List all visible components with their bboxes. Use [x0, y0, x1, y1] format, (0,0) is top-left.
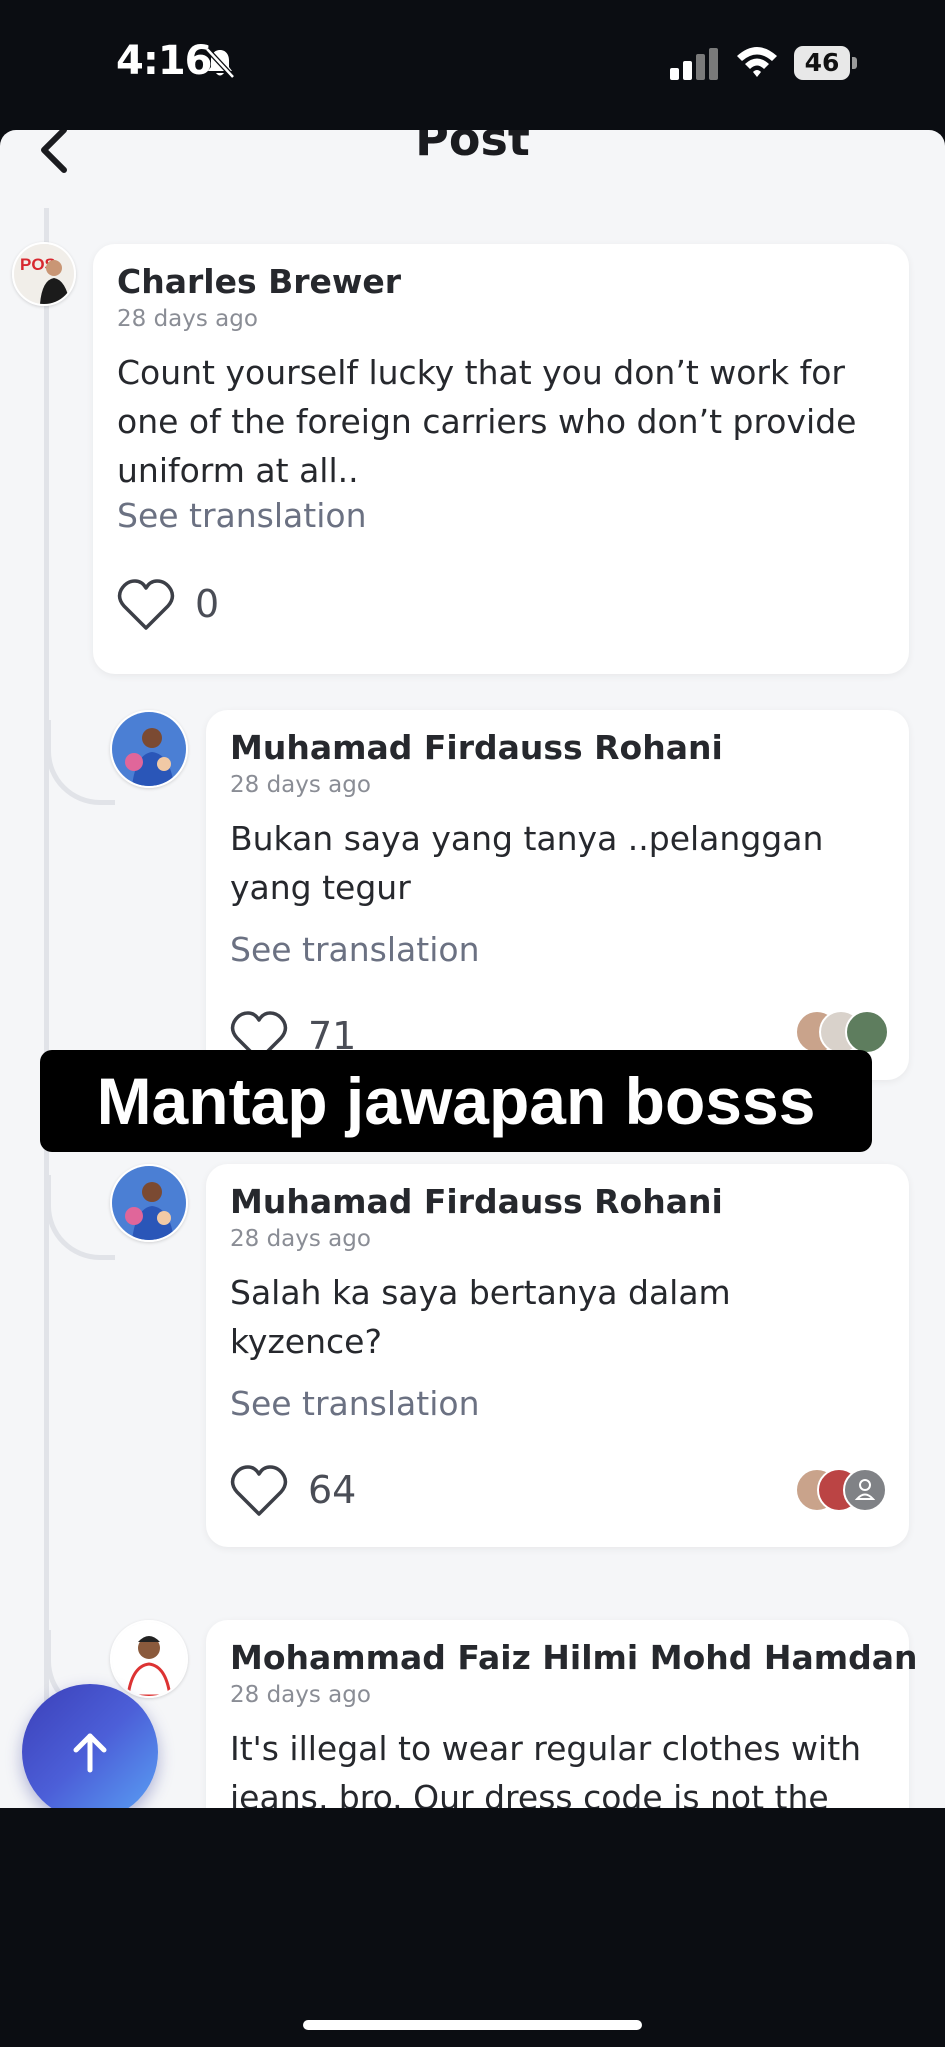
comment-time: 28 days ago — [230, 1682, 371, 1708]
scroll-to-top-button[interactable] — [22, 1684, 158, 1808]
see-translation-link[interactable]: See translation — [117, 496, 366, 535]
home-indicator[interactable] — [303, 2020, 642, 2030]
comment-text: Count yourself lucky that you don’t work… — [117, 353, 857, 490]
avatar[interactable]: POS — [12, 242, 76, 306]
like-count: 64 — [308, 1468, 357, 1512]
comment-author[interactable]: Muhamad Firdauss Rohani — [230, 1182, 723, 1221]
like-count: 0 — [195, 582, 220, 626]
app-screen: Post POS Charles Brewer 28 days ago Coun… — [0, 130, 945, 1808]
battery-level: 46 — [804, 48, 840, 77]
avatar[interactable] — [110, 1164, 188, 1242]
battery-icon: 46 — [794, 46, 858, 80]
heart-icon — [117, 579, 175, 630]
comment-card: Muhamad Firdauss Rohani 28 days ago Sala… — [206, 1164, 909, 1547]
avatar[interactable] — [110, 710, 188, 788]
thread-branch — [46, 1175, 115, 1260]
status-time: 4:16 — [116, 38, 212, 84]
caption-overlay: Mantap jawapan bosss — [40, 1050, 872, 1152]
comment-author[interactable]: Charles Brewer — [117, 262, 401, 301]
heart-icon — [230, 1465, 288, 1516]
comment-author[interactable]: Mohammad Faiz Hilmi Mohd Hamdan — [230, 1638, 918, 1677]
comment-text: Bukan saya yang tanya ..pelanggan yang t… — [230, 819, 824, 907]
comment-card: Muhamad Firdauss Rohani 28 days ago Buka… — [206, 710, 909, 1080]
comment-card: Mohammad Faiz Hilmi Mohd Hamdan 28 days … — [206, 1620, 918, 1808]
comment-text: It's illegal to wear regular clothes wit… — [230, 1729, 862, 1808]
comment-time: 28 days ago — [230, 1226, 371, 1252]
reactor-avatars[interactable] — [795, 1468, 895, 1512]
bell-muted-icon — [205, 47, 235, 79]
comment-card: Charles Brewer 28 days ago Count yoursel… — [93, 244, 909, 674]
cellular-signal-icon — [670, 48, 718, 80]
comment-text: Salah ka saya bertanya dalam kyzence? — [230, 1273, 731, 1361]
reactor-avatars[interactable] — [795, 1010, 895, 1054]
comment-time: 28 days ago — [117, 306, 258, 332]
comment-author[interactable]: Muhamad Firdauss Rohani — [230, 728, 723, 767]
arrow-up-icon — [73, 1733, 107, 1773]
thread-branch — [46, 720, 115, 805]
user-placeholder-icon — [854, 1479, 876, 1500]
wifi-icon — [737, 47, 777, 77]
avatar[interactable] — [110, 1620, 188, 1698]
comment-time: 28 days ago — [230, 772, 371, 798]
see-translation-link[interactable]: See translation — [230, 930, 479, 969]
reactor-avatar — [843, 1468, 887, 1512]
reactor-avatar — [845, 1010, 889, 1054]
thread-line — [44, 208, 49, 1758]
see-translation-link[interactable]: See translation — [230, 1384, 479, 1423]
header: Post — [0, 130, 945, 190]
page-title: Post — [415, 130, 530, 166]
status-bar: 4:16 46 — [0, 0, 945, 125]
